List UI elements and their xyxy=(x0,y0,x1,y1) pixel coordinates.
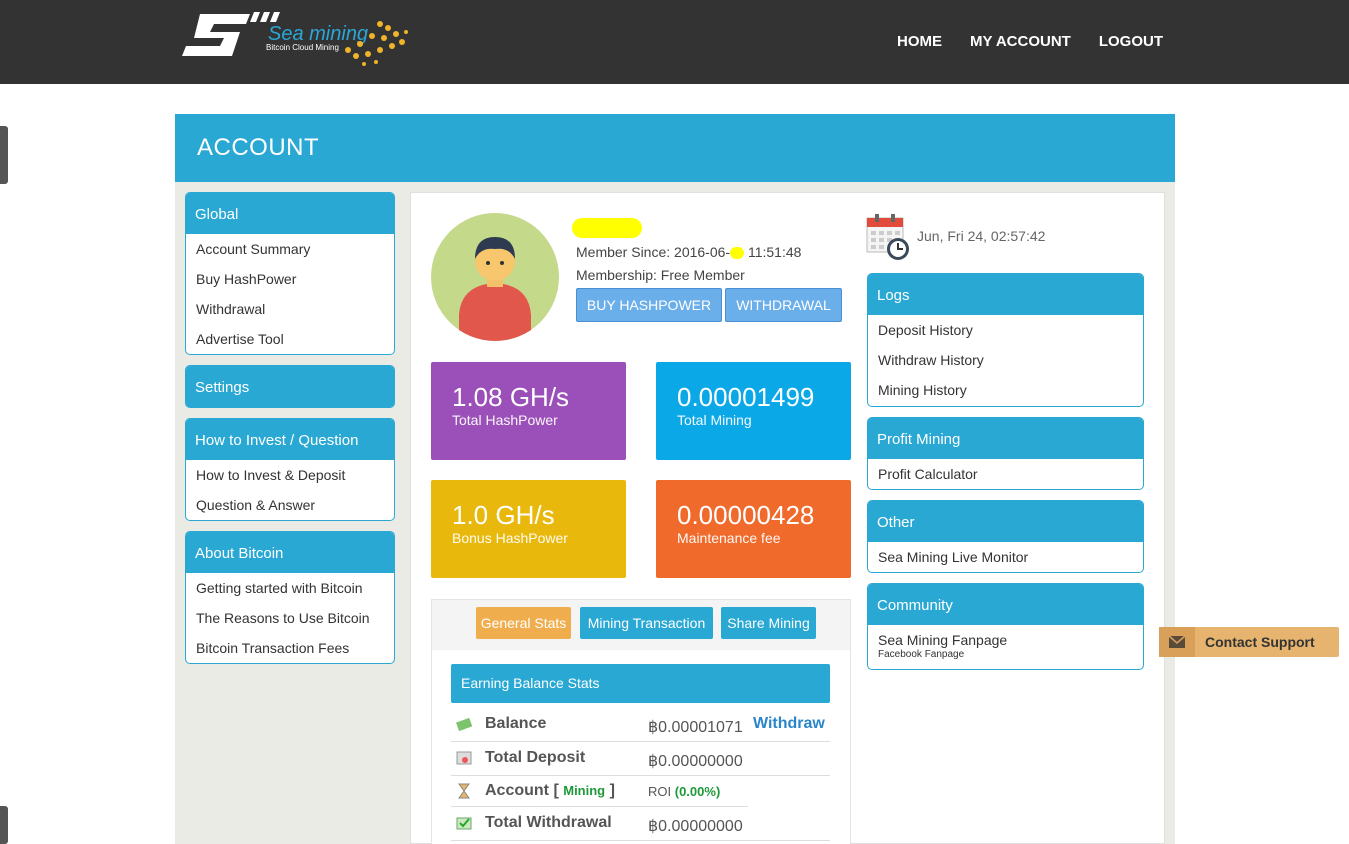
sidebar-group-title: How to Invest / Question xyxy=(186,419,394,460)
member-since-date: Member Since: 2016-06- xyxy=(576,244,731,260)
site-logo[interactable]: Sea mining Bitcoin Cloud Mining xyxy=(180,6,420,70)
contact-support-label[interactable]: Contact Support xyxy=(1205,634,1315,650)
stat-label: Total Mining xyxy=(677,412,752,428)
roi-value: (0.00%) xyxy=(674,784,721,799)
sidebar-item-transaction-fees[interactable]: Bitcoin Transaction Fees xyxy=(186,637,394,663)
username-redacted xyxy=(572,218,642,238)
sidebar-group-global: Global Account Summary Buy HashPower Wit… xyxy=(185,192,395,355)
sidebar-group-invest: How to Invest / Question How to Invest &… xyxy=(185,418,395,521)
sidebar-item-account-summary[interactable]: Account Summary xyxy=(186,238,394,268)
earning-stats-header: Earning Balance Stats xyxy=(451,664,830,703)
total-withdrawal-label: Total Withdrawal xyxy=(485,814,612,831)
panel-other: Other Sea Mining Live Monitor xyxy=(867,500,1144,573)
current-datetime: Jun, Fri 24, 02:57:42 xyxy=(917,228,1046,244)
stat-maintenance-fee: 0.00000428 Maintenance fee xyxy=(656,480,851,578)
sidebar-item-advertise-tool[interactable]: Advertise Tool xyxy=(186,328,394,354)
nav-my-account[interactable]: MY ACCOUNT xyxy=(970,33,1071,50)
total-deposit-value: ฿0.00000000 xyxy=(648,753,743,770)
panel-title: Profit Mining xyxy=(868,418,1143,459)
panel-title: Logs xyxy=(868,274,1143,315)
account-label-text: Account xyxy=(485,782,549,799)
sidebar-item-question-answer[interactable]: Question & Answer xyxy=(186,494,394,520)
main-nav: HOME MY ACCOUNT LOGOUT xyxy=(897,33,1163,50)
user-avatar xyxy=(431,213,559,341)
balance-value: ฿0.00001071 xyxy=(648,719,743,736)
live-monitor-link[interactable]: Sea Mining Live Monitor xyxy=(868,546,1143,572)
row-divider xyxy=(451,840,830,841)
page-banner: ACCOUNT xyxy=(175,114,1175,182)
withdrawal-button[interactable]: WITHDRAWAL xyxy=(725,288,842,322)
account-label: Account [ Mining ] xyxy=(485,782,615,799)
stat-label: Maintenance fee xyxy=(677,530,781,546)
total-withdrawal-value: ฿0.00000000 xyxy=(648,818,743,835)
deposit-history-link[interactable]: Deposit History xyxy=(868,319,1143,349)
stat-bonus-hashpower: 1.0 GH/s Bonus HashPower xyxy=(431,480,626,578)
sidebar-group-settings[interactable]: Settings xyxy=(185,365,395,408)
stat-value: 1.08 GH/s xyxy=(452,382,570,412)
top-bar: Sea mining Bitcoin Cloud Mining HOME MY … xyxy=(0,0,1349,84)
fanpage-subtitle: Facebook Fanpage xyxy=(878,649,965,660)
withdraw-link[interactable]: Withdraw xyxy=(753,715,825,733)
edge-widget-top[interactable] xyxy=(0,126,8,184)
sidebar-group-title: Global xyxy=(186,193,394,234)
roi-label: ROI xyxy=(648,784,672,799)
envelope-icon xyxy=(1159,627,1195,657)
logo-wordmark: Sea mining xyxy=(268,23,368,45)
balance-label: Balance xyxy=(485,715,547,732)
edge-widget-bottom[interactable] xyxy=(0,806,8,844)
stat-value: 1.0 GH/s xyxy=(452,500,555,530)
panel-community: Community Sea Mining Fanpage Facebook Fa… xyxy=(867,583,1144,670)
withdrawal-icon xyxy=(456,815,472,831)
buy-hashpower-button[interactable]: BUY HASHPOWER xyxy=(576,288,722,322)
membership: Membership: Free Member xyxy=(576,267,745,283)
sidebar-group-about-bitcoin: About Bitcoin Getting started with Bitco… xyxy=(185,531,395,664)
panel-profit-mining: Profit Mining Profit Calculator xyxy=(867,417,1144,490)
panel-logs: Logs Deposit History Withdraw History Mi… xyxy=(867,273,1144,407)
nav-logout[interactable]: LOGOUT xyxy=(1099,33,1163,50)
panel-title: Community xyxy=(868,584,1143,625)
calendar-clock-icon xyxy=(866,213,910,266)
profit-calculator-link[interactable]: Profit Calculator xyxy=(868,463,1143,489)
stat-label: Total HashPower xyxy=(452,412,558,428)
sidebar-item-withdrawal[interactable]: Withdrawal xyxy=(186,298,394,328)
page-title: ACCOUNT xyxy=(197,134,320,161)
tab-share-mining[interactable]: Share Mining xyxy=(721,607,816,639)
redaction-mark xyxy=(730,247,745,260)
hourglass-icon xyxy=(456,783,472,799)
stat-total-hashpower: 1.08 GH/s Total HashPower xyxy=(431,362,626,460)
money-icon xyxy=(456,716,473,732)
sidebar-item-reasons[interactable]: The Reasons to Use Bitcoin xyxy=(186,607,394,637)
row-divider xyxy=(451,806,748,807)
sidebar-item-buy-hashpower[interactable]: Buy HashPower xyxy=(186,268,394,298)
withdraw-history-link[interactable]: Withdraw History xyxy=(868,349,1143,379)
stat-value: 0.00001499 xyxy=(677,382,815,412)
logo-tagline: Bitcoin Cloud Mining xyxy=(266,43,339,52)
total-deposit-label: Total Deposit xyxy=(485,749,586,766)
tab-general-stats[interactable]: General Stats xyxy=(476,607,571,639)
stat-value: 0.00000428 xyxy=(677,500,815,530)
row-divider xyxy=(451,775,830,776)
account-status: Mining xyxy=(563,783,606,798)
tab-mining-transaction[interactable]: Mining Transaction xyxy=(580,607,713,639)
stat-total-mining: 0.00001499 Total Mining xyxy=(656,362,851,460)
nav-home[interactable]: HOME xyxy=(897,33,942,50)
panel-title: Other xyxy=(868,501,1143,542)
sidebar-item-how-to-invest[interactable]: How to Invest & Deposit xyxy=(186,464,394,494)
mining-history-link[interactable]: Mining History xyxy=(868,379,1143,406)
sidebar-group-title: About Bitcoin xyxy=(186,532,394,573)
member-since-time: 11:51:48 xyxy=(747,244,802,260)
sidebar-group-title[interactable]: Settings xyxy=(186,366,394,407)
roi: ROI (0.00%) xyxy=(648,784,720,799)
contact-support-button[interactable]: Contact Support xyxy=(1159,627,1339,657)
fanpage-link[interactable]: Sea Mining Fanpage xyxy=(868,629,1143,649)
stat-label: Bonus HashPower xyxy=(452,530,568,546)
row-divider xyxy=(451,741,830,742)
deposit-icon xyxy=(456,750,472,766)
sidebar-item-getting-started[interactable]: Getting started with Bitcoin xyxy=(186,577,394,607)
member-since: Member Since: 2016-06- 11:51:48 xyxy=(576,244,801,260)
